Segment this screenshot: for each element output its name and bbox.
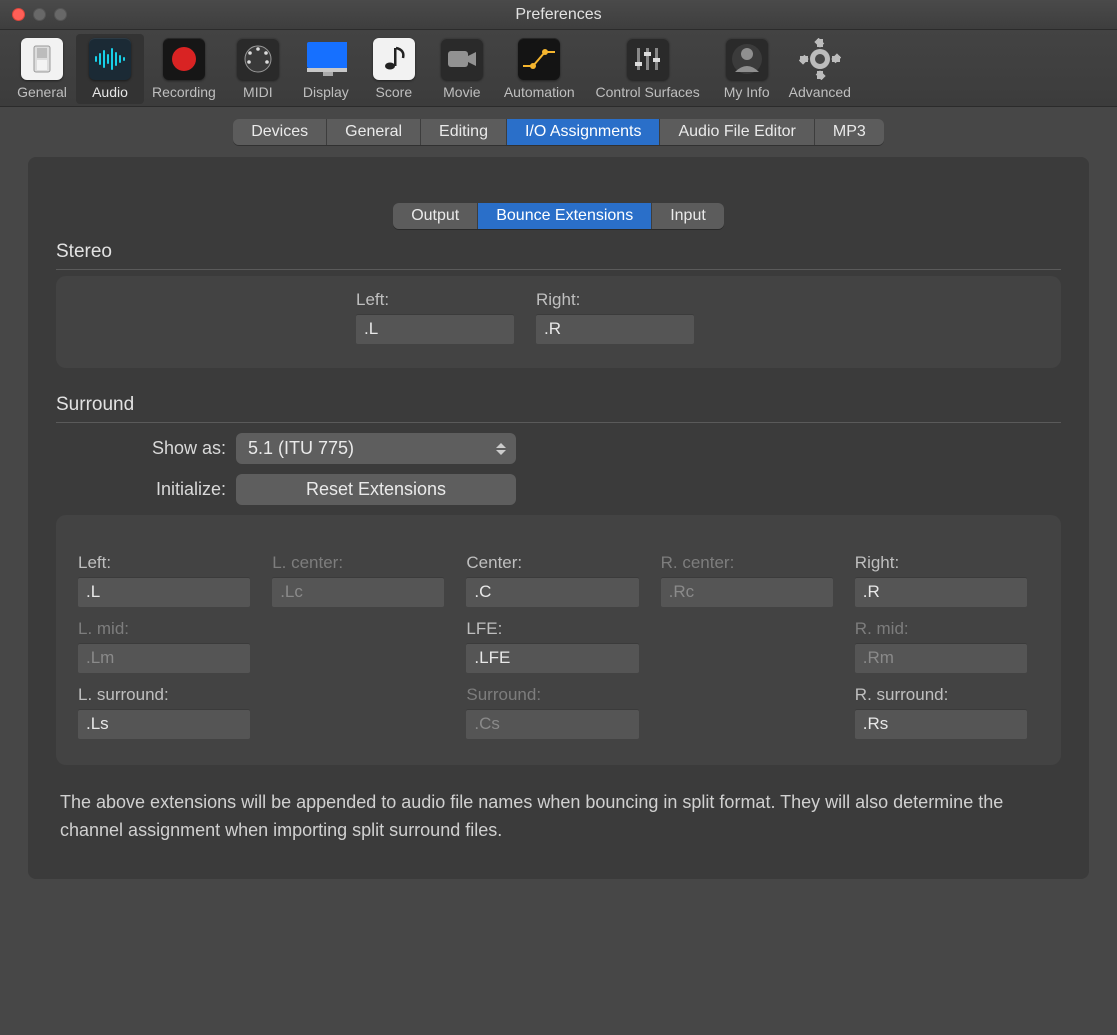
- surround-rsurround-label: R. surround:: [855, 685, 1027, 705]
- toolbar-label: Display: [303, 84, 349, 100]
- midi-icon: [237, 38, 279, 80]
- secondary-tabs: Output Bounce Extensions Input: [28, 203, 1089, 229]
- surround-left-input[interactable]: [78, 577, 250, 607]
- tab-input[interactable]: Input: [652, 203, 724, 229]
- tab-devices[interactable]: Devices: [233, 119, 327, 145]
- surround-csurround-input[interactable]: [466, 709, 638, 739]
- toolbar-advanced[interactable]: Advanced: [781, 34, 859, 104]
- toolbar-recording[interactable]: Recording: [144, 34, 224, 104]
- stereo-left-input[interactable]: [356, 314, 514, 344]
- tab-bounce-extensions[interactable]: Bounce Extensions: [478, 203, 652, 229]
- show-as-select[interactable]: 5.1 (ITU 775): [236, 433, 516, 464]
- stereo-right-label: Right:: [536, 290, 694, 310]
- surround-rmid-label: R. mid:: [855, 619, 1027, 639]
- surround-heading: Surround: [56, 394, 1061, 423]
- traffic-lights: [12, 8, 67, 21]
- toolbar-label: General: [17, 84, 67, 100]
- waveform-icon: [89, 38, 131, 80]
- tab-io-assignments[interactable]: I/O Assignments: [507, 119, 661, 145]
- stereo-heading: Stereo: [56, 241, 1061, 270]
- toolbar-label: Score: [376, 84, 413, 100]
- person-icon: [726, 38, 768, 80]
- explanation-text: The above extensions will be appended to…: [60, 789, 1061, 845]
- surround-rcenter-input[interactable]: [661, 577, 833, 607]
- surround-right-label: Right:: [855, 553, 1027, 573]
- switch-icon: [21, 38, 63, 80]
- surround-panel: Left: L. center: Center: R. center: Righ…: [56, 515, 1061, 765]
- reset-extensions-button[interactable]: Reset Extensions: [236, 474, 516, 505]
- surround-lcenter-label: L. center:: [272, 553, 444, 573]
- surround-center-label: Center:: [466, 553, 638, 573]
- record-icon: [163, 38, 205, 80]
- toolbar-label: Automation: [504, 84, 575, 100]
- surround-csurround-label: Surround:: [466, 685, 638, 705]
- surround-center-input[interactable]: [466, 577, 638, 607]
- toolbar-label: Audio: [92, 84, 128, 100]
- content-pane: Output Bounce Extensions Input Stereo Le…: [28, 157, 1089, 879]
- surround-lmid-input[interactable]: [78, 643, 250, 673]
- tab-editing[interactable]: Editing: [421, 119, 507, 145]
- tab-output[interactable]: Output: [393, 203, 478, 229]
- toolbar-automation[interactable]: Automation: [496, 34, 583, 104]
- gear-icon: [799, 38, 841, 80]
- window-titlebar: Preferences: [0, 0, 1117, 30]
- surround-lfe-input[interactable]: [466, 643, 638, 673]
- surround-lsurround-input[interactable]: [78, 709, 250, 739]
- initialize-label: Initialize:: [56, 479, 226, 500]
- zoom-icon[interactable]: [54, 8, 67, 21]
- toolbar-label: Recording: [152, 84, 216, 100]
- toolbar-label: Movie: [443, 84, 480, 100]
- toolbar-control-surfaces[interactable]: Control Surfaces: [583, 34, 713, 104]
- sliders-icon: [627, 38, 669, 80]
- automation-icon: [518, 38, 560, 80]
- tab-general[interactable]: General: [327, 119, 421, 145]
- surround-lfe-label: LFE:: [466, 619, 638, 639]
- initialize-row: Initialize: Reset Extensions: [56, 474, 1061, 505]
- surround-rcenter-label: R. center:: [661, 553, 833, 573]
- show-as-row: Show as: 5.1 (ITU 775): [56, 433, 1061, 464]
- surround-rsurround-input[interactable]: [855, 709, 1027, 739]
- window-title: Preferences: [515, 6, 601, 24]
- toolbar-display[interactable]: Display: [292, 34, 360, 104]
- stereo-right-input[interactable]: [536, 314, 694, 344]
- stereo-panel: Left: Right:: [56, 276, 1061, 368]
- minimize-icon[interactable]: [33, 8, 46, 21]
- toolbar-score[interactable]: Score: [360, 34, 428, 104]
- show-as-value: 5.1 (ITU 775): [248, 438, 354, 458]
- show-as-label: Show as:: [56, 438, 226, 459]
- surround-lcenter-input[interactable]: [272, 577, 444, 607]
- tab-mp3[interactable]: MP3: [815, 119, 884, 145]
- surround-right-input[interactable]: [855, 577, 1027, 607]
- toolbar-audio[interactable]: Audio: [76, 34, 144, 104]
- toolbar-label: Control Surfaces: [596, 84, 700, 100]
- toolbar-label: Advanced: [789, 84, 851, 100]
- chevron-updown-icon: [496, 443, 506, 455]
- toolbar: General Audio Recording: [0, 30, 1117, 107]
- surround-lsurround-label: L. surround:: [78, 685, 250, 705]
- monitor-icon: [305, 38, 347, 80]
- surround-lmid-label: L. mid:: [78, 619, 250, 639]
- note-icon: [373, 38, 415, 80]
- toolbar-label: My Info: [724, 84, 770, 100]
- primary-tabs: Devices General Editing I/O Assignments …: [0, 119, 1117, 145]
- surround-rmid-input[interactable]: [855, 643, 1027, 673]
- stereo-left-label: Left:: [356, 290, 514, 310]
- camera-icon: [441, 38, 483, 80]
- toolbar-movie[interactable]: Movie: [428, 34, 496, 104]
- toolbar-myinfo[interactable]: My Info: [713, 34, 781, 104]
- close-icon[interactable]: [12, 8, 25, 21]
- surround-left-label: Left:: [78, 553, 250, 573]
- toolbar-midi[interactable]: MIDI: [224, 34, 292, 104]
- toolbar-general[interactable]: General: [8, 34, 76, 104]
- toolbar-label: MIDI: [243, 84, 273, 100]
- tab-audio-file-editor[interactable]: Audio File Editor: [660, 119, 814, 145]
